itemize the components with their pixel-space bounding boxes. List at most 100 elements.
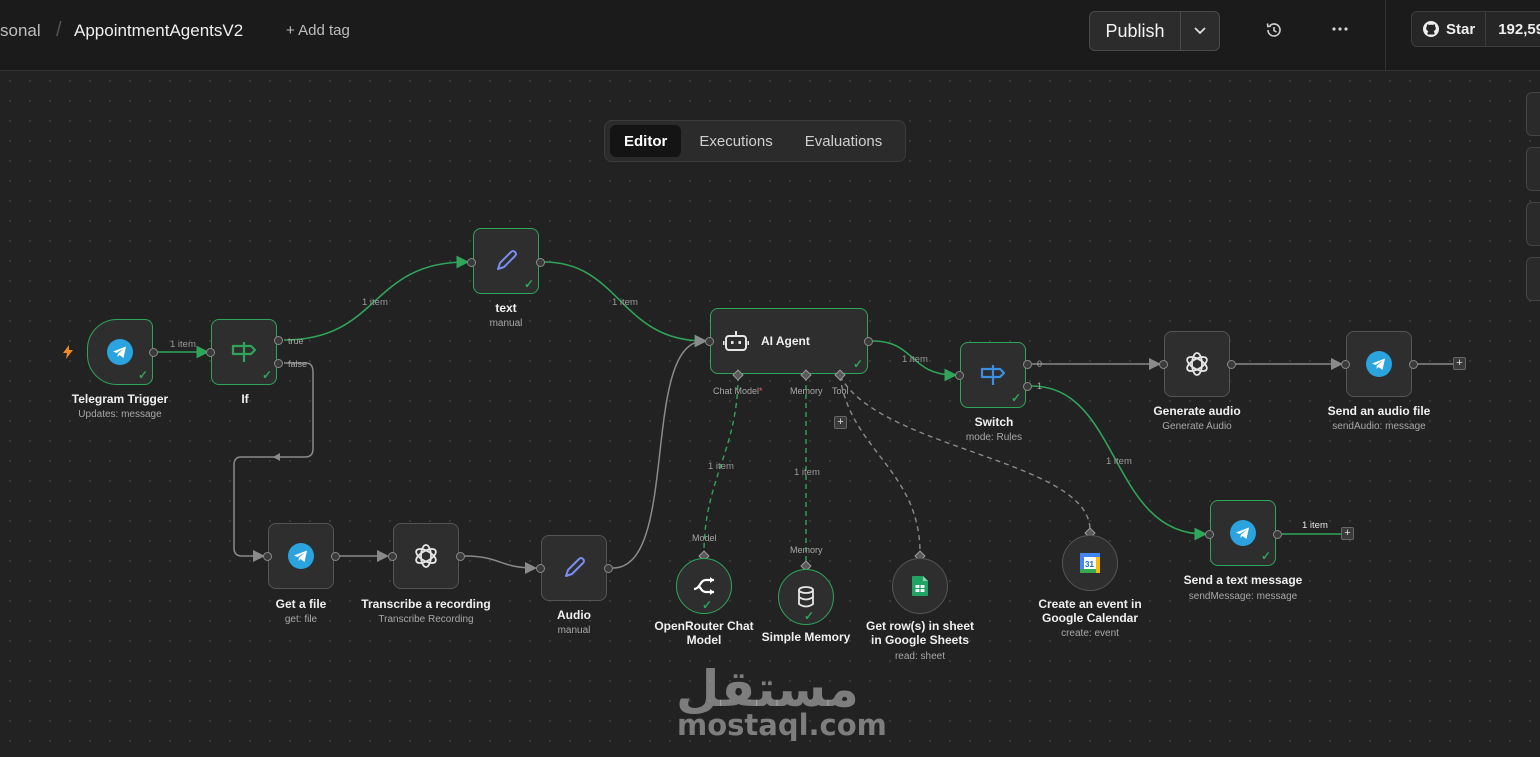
node-telegram-trigger[interactable]: ✓ [87, 319, 153, 385]
node-subtitle: sendMessage: message [1188, 591, 1298, 602]
breadcrumb-project[interactable]: sonal [0, 21, 41, 41]
chat-model-label: Chat Model* [713, 386, 763, 396]
google-calendar-icon: 31 [1080, 553, 1100, 573]
add-node-button[interactable]: + [1341, 527, 1354, 540]
node-send-audio[interactable] [1346, 331, 1412, 397]
database-icon [798, 586, 814, 608]
node-title: Get row(s) in sheet in Google Sheets [865, 619, 975, 647]
canvas-side-button-1[interactable] [1526, 92, 1540, 136]
canvas-side-button-4[interactable] [1526, 257, 1540, 301]
success-check-icon: ✓ [137, 368, 148, 382]
svg-text:31: 31 [1085, 560, 1094, 569]
more-options-button[interactable] [1326, 16, 1354, 42]
edge-item-count: 1 item [1302, 520, 1328, 531]
node-switch[interactable]: ✓ [960, 342, 1026, 408]
success-check-icon: ✓ [803, 609, 814, 623]
robot-icon [723, 331, 749, 351]
edge-item-count: 1 item [794, 467, 820, 478]
output-port[interactable] [1227, 360, 1236, 369]
history-button[interactable] [1262, 18, 1286, 42]
node-subtitle: Generate Audio [1162, 421, 1232, 432]
output-port[interactable] [456, 552, 465, 561]
input-port[interactable] [955, 371, 964, 380]
node-if[interactable]: ✓ [211, 319, 277, 385]
top-bar: sonal / AppointmentAgentsV2 + Add tag Pu… [0, 0, 1540, 71]
node-get-file[interactable] [268, 523, 334, 589]
github-icon [1423, 21, 1439, 37]
success-check-icon: ✓ [701, 598, 712, 612]
output-port-true[interactable] [274, 336, 283, 345]
node-subtitle: sendAudio: message [1332, 421, 1426, 432]
success-check-icon: ✓ [1010, 391, 1021, 405]
breadcrumb-separator: / [56, 19, 62, 41]
node-ai-agent[interactable]: AI Agent ✓ [710, 308, 868, 374]
node-google-sheets[interactable] [892, 558, 948, 614]
canvas-side-button-2[interactable] [1526, 147, 1540, 191]
node-simple-memory[interactable]: ✓ [778, 569, 834, 625]
edge-item-count: 1 item [902, 354, 928, 365]
publish-button[interactable]: Publish [1090, 12, 1181, 50]
edge-item-count: 1 item [708, 461, 734, 472]
node-title: Send a text message [1183, 573, 1303, 587]
node-title: AI Agent [761, 334, 810, 348]
telegram-icon [288, 543, 314, 569]
input-port[interactable] [1341, 360, 1350, 369]
signpost-icon [231, 342, 257, 362]
edge-item-count: 1 item [612, 297, 638, 308]
add-node-button[interactable]: + [1453, 357, 1466, 370]
trigger-bolt-icon [63, 345, 73, 359]
port-label-false: false [288, 359, 308, 369]
publish-options-button[interactable] [1181, 12, 1219, 50]
node-generate-audio[interactable] [1164, 331, 1230, 397]
input-port[interactable] [705, 337, 714, 346]
tool-label: Tool [832, 386, 849, 396]
node-title: Transcribe a recording [361, 597, 491, 611]
node-send-text[interactable]: ✓ [1210, 500, 1276, 566]
node-audio[interactable] [541, 535, 607, 601]
github-star-count[interactable]: 192,59 [1486, 12, 1540, 46]
tab-executions[interactable]: Executions [685, 125, 786, 157]
node-subtitle: read: sheet [894, 651, 946, 662]
success-check-icon: ✓ [852, 357, 863, 371]
node-openrouter[interactable]: ✓ [676, 558, 732, 614]
add-tag-button[interactable]: + Add tag [286, 22, 350, 39]
output-port[interactable] [1273, 530, 1282, 539]
output-port[interactable] [604, 564, 613, 573]
node-subtitle: manual [489, 318, 523, 329]
google-sheets-icon [912, 576, 928, 596]
input-port[interactable] [388, 552, 397, 561]
output-port[interactable] [864, 337, 873, 346]
workflow-name[interactable]: AppointmentAgentsV2 [74, 21, 243, 41]
input-port[interactable] [467, 258, 476, 267]
output-port[interactable] [1409, 360, 1418, 369]
node-text[interactable]: ✓ [473, 228, 539, 294]
tab-evaluations[interactable]: Evaluations [791, 125, 897, 157]
output-port-false[interactable] [274, 359, 283, 368]
input-port[interactable] [1205, 530, 1214, 539]
output-port[interactable] [149, 348, 158, 357]
node-title: Switch [974, 415, 1014, 429]
tab-editor[interactable]: Editor [610, 125, 682, 157]
watermark-latin: mostaql.com [677, 708, 887, 742]
add-tool-button[interactable]: + [834, 416, 847, 429]
pencil-icon [497, 250, 517, 270]
input-port[interactable] [263, 552, 272, 561]
node-subtitle: get: file [284, 614, 318, 625]
github-star-button[interactable]: Star [1412, 12, 1487, 46]
node-title: If [241, 392, 249, 406]
canvas-side-button-3[interactable] [1526, 202, 1540, 246]
output-port-1[interactable] [1023, 382, 1032, 391]
node-google-calendar[interactable]: 31 [1062, 535, 1118, 591]
output-port-0[interactable] [1023, 360, 1032, 369]
node-title: text [495, 301, 517, 315]
openrouter-icon [693, 577, 714, 595]
output-port[interactable] [536, 258, 545, 267]
view-tabs: Editor Executions Evaluations [604, 120, 906, 162]
node-transcribe[interactable] [393, 523, 459, 589]
input-port[interactable] [206, 348, 215, 357]
output-port[interactable] [331, 552, 340, 561]
input-port[interactable] [1159, 360, 1168, 369]
port-label-model: Model [692, 533, 717, 543]
workflow-canvas[interactable]: Editor Executions Evaluations [0, 71, 1540, 757]
input-port[interactable] [536, 564, 545, 573]
